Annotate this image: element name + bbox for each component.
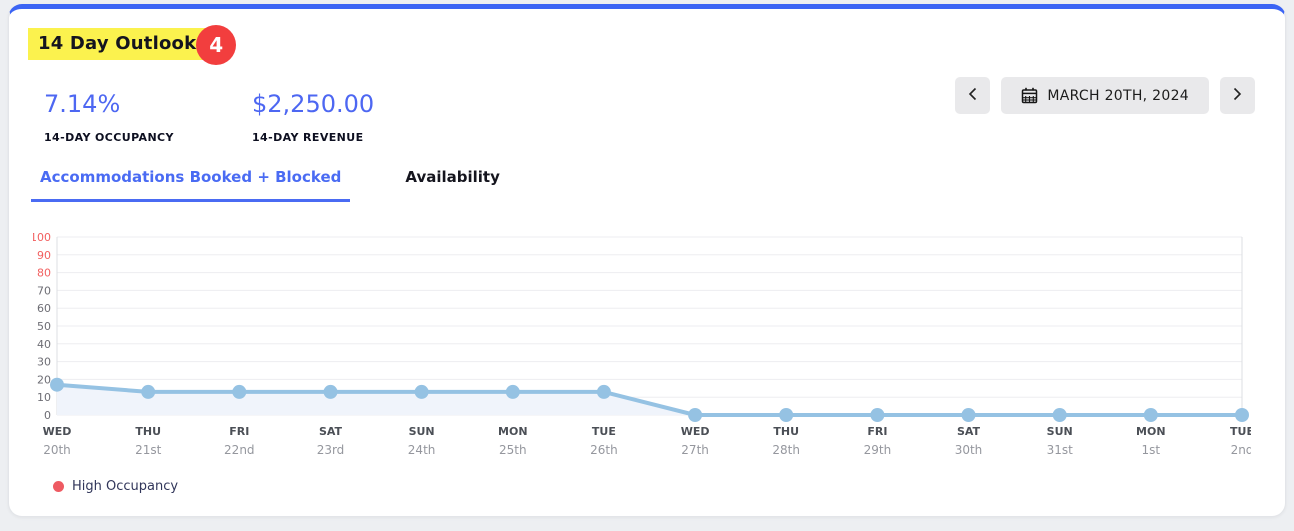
data-point[interactable] (232, 385, 246, 399)
date-label: MARCH 20TH, 2024 (1047, 88, 1189, 104)
occupancy-label: 14-DAY OCCUPANCY (44, 131, 252, 144)
x-axis-date-label: 1st (1142, 443, 1161, 457)
x-axis-day-label: FRI (229, 425, 249, 438)
data-point[interactable] (1053, 408, 1067, 422)
chevron-right-icon (1233, 87, 1242, 105)
x-axis-date-label: 26th (590, 443, 618, 457)
y-tick-label: 90 (37, 249, 51, 262)
line-chart-svg: 0 10 20 30 40 50 60 70 80 90 100 WED 20th THU 21st FRI 2… (33, 231, 1251, 463)
prev-day-button[interactable] (955, 77, 990, 114)
x-axis-day-label: WED (43, 425, 72, 438)
x-axis-date-label: 29th (864, 443, 892, 457)
chevron-left-icon (968, 87, 977, 105)
x-axis-date-label: 28th (772, 443, 800, 457)
y-tick-label: 30 (37, 356, 51, 369)
x-axis-day-label: WED (681, 425, 710, 438)
x-axis-date-label: 21st (135, 443, 162, 457)
y-tick-label: 20 (37, 373, 51, 386)
x-axis-date-label: 30th (955, 443, 983, 457)
x-axis-day-label: THU (135, 425, 161, 438)
x-axis-day-label: MON (498, 425, 528, 438)
data-point[interactable] (415, 385, 429, 399)
y-tick-label: 40 (37, 338, 51, 351)
legend-label: High Occupancy (72, 479, 178, 494)
tab-accommodations-booked-blocked[interactable]: Accommodations Booked + Blocked (31, 168, 350, 202)
tab-availability[interactable]: Availability (396, 168, 509, 202)
chart-legend: High Occupancy (53, 479, 1255, 494)
data-point[interactable] (962, 408, 976, 422)
data-point[interactable] (1144, 408, 1158, 422)
date-navigation: MARCH 20TH, 2024 (955, 77, 1255, 114)
occupancy-stat: 7.14% 14-DAY OCCUPANCY (44, 90, 252, 144)
x-axis-date-label: 27th (681, 443, 709, 457)
x-axis-date-label: 31st (1047, 443, 1074, 457)
x-axis-day-label: THU (773, 425, 799, 438)
y-tick-label: 0 (44, 409, 51, 422)
next-day-button[interactable] (1220, 77, 1255, 114)
revenue-label: 14-DAY REVENUE (252, 131, 460, 144)
data-point[interactable] (688, 408, 702, 422)
data-point[interactable] (870, 408, 884, 422)
x-axis-day-label: TUE (1230, 425, 1251, 438)
fourteen-day-outlook-card: 14 Day Outlook 4 7.14% 14-DAY OCCUPANCY … (8, 4, 1286, 517)
x-axis-date-label: 24th (408, 443, 436, 457)
chart-tabs: Accommodations Booked + Blocked Availabi… (31, 168, 1255, 202)
x-axis-date-label: 20th (43, 443, 71, 457)
x-axis-day-label: SAT (957, 425, 981, 438)
x-axis-day-label: TUE (592, 425, 616, 438)
data-point[interactable] (597, 385, 611, 399)
page-title-text: 14 Day Outlook (38, 33, 196, 54)
data-point[interactable] (506, 385, 520, 399)
page-title: 14 Day Outlook (28, 28, 208, 60)
x-axis-date-label: 25th (499, 443, 527, 457)
y-tick-label: 80 (37, 267, 51, 280)
date-picker-button[interactable]: MARCH 20TH, 2024 (1001, 77, 1209, 114)
high-occupancy-dot-icon (53, 481, 64, 492)
y-tick-label: 50 (37, 320, 51, 333)
y-tick-label: 70 (37, 284, 51, 297)
data-point[interactable] (141, 385, 155, 399)
y-tick-label: 10 (37, 391, 51, 404)
data-point[interactable] (779, 408, 793, 422)
title-row: 14 Day Outlook 4 (28, 24, 1255, 64)
x-axis-day-label: FRI (867, 425, 887, 438)
calendar-icon (1021, 87, 1038, 104)
x-axis-day-label: MON (1136, 425, 1166, 438)
x-axis-date-label: 22nd (224, 443, 255, 457)
x-axis-date-label: 23rd (317, 443, 345, 457)
x-axis-day-label: SUN (1047, 425, 1073, 438)
data-point[interactable] (50, 378, 64, 392)
occupancy-value: 7.14% (44, 90, 252, 118)
data-point[interactable] (1235, 408, 1249, 422)
data-point[interactable] (324, 385, 338, 399)
revenue-stat: $2,250.00 14-DAY REVENUE (252, 90, 460, 144)
x-axis-day-label: SUN (409, 425, 435, 438)
revenue-value: $2,250.00 (252, 90, 460, 118)
step-badge: 4 (196, 25, 236, 65)
occupancy-chart: 0 10 20 30 40 50 60 70 80 90 100 WED 20th THU 21st FRI 2… (33, 231, 1255, 467)
y-tick-label: 100 (33, 231, 51, 244)
y-tick-label: 60 (37, 302, 51, 315)
x-axis-day-label: SAT (319, 425, 343, 438)
x-axis-date-label: 2nd (1231, 443, 1251, 457)
